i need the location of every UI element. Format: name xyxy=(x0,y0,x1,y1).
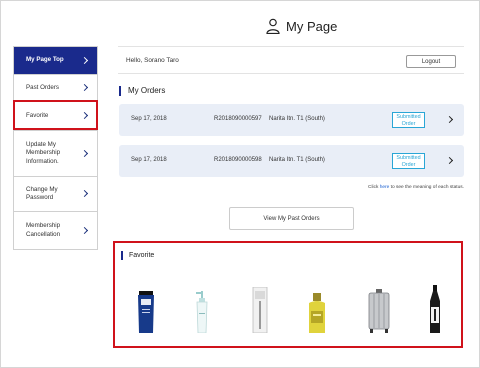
logout-button[interactable]: Logout xyxy=(406,55,456,68)
person-icon xyxy=(266,18,280,34)
greeting-text: Hello, Sorano Taro xyxy=(126,57,179,64)
sidebar-item-membership-cancellation[interactable]: Membership Cancellation xyxy=(14,212,97,249)
sidebar-item-label: Update My Membership Information. xyxy=(26,140,61,165)
sidebar-item-past-orders[interactable]: Past Orders xyxy=(14,75,97,102)
yellow-lotion-bottle[interactable] xyxy=(306,293,328,333)
my-orders-title: My Orders xyxy=(119,86,165,96)
view-past-orders-button[interactable]: View My Past Orders xyxy=(229,207,354,230)
order-location: Narita Itn. T1 (South) xyxy=(269,116,325,122)
chevron-right-icon[interactable] xyxy=(445,156,454,165)
white-pump-bottle[interactable] xyxy=(192,291,212,333)
order-row[interactable]: Sep 17, 2018 R2018090000597 Narita Itn. … xyxy=(119,104,464,136)
sidebar: My Page Top Past Orders Favorite Update … xyxy=(13,46,98,250)
page-title: My Page xyxy=(266,18,337,34)
status-note: Click here to see the meaning of each st… xyxy=(368,185,464,190)
sidebar-item-label: Past Orders xyxy=(26,83,60,91)
favorite-highlight xyxy=(13,100,98,130)
order-number: R2018090000597 xyxy=(214,116,262,122)
chevron-right-icon[interactable] xyxy=(445,115,454,124)
status-note-prefix: Click xyxy=(367,185,380,190)
favorite-section: Favorite xyxy=(113,241,463,348)
order-date: Sep 17, 2018 xyxy=(131,116,167,122)
status-help-link[interactable]: here xyxy=(380,185,390,190)
order-date: Sep 17, 2018 xyxy=(131,157,167,163)
order-location: Narita Itn. T1 (South) xyxy=(269,157,325,163)
sidebar-item-label: Change My Password xyxy=(26,185,58,202)
favorite-products xyxy=(115,273,461,333)
sidebar-item-update-membership[interactable]: Update My Membership Information. xyxy=(14,131,97,177)
sidebar-item-my-page-top[interactable]: My Page Top xyxy=(14,47,97,75)
status-badge: Submitted Order xyxy=(392,153,425,169)
sake-bottle[interactable] xyxy=(428,285,442,333)
sidebar-item-change-password[interactable]: Change My Password xyxy=(14,177,97,212)
status-badge: Submitted Order xyxy=(392,112,425,128)
favorite-title: Favorite xyxy=(121,251,154,260)
chevron-right-icon xyxy=(80,83,89,92)
boxed-product[interactable] xyxy=(252,287,268,333)
order-row[interactable]: Sep 17, 2018 R2018090000598 Narita Itn. … xyxy=(119,145,464,177)
chevron-right-icon xyxy=(80,56,89,64)
chevron-right-icon xyxy=(80,149,89,157)
status-note-suffix: to see the meaning of each status. xyxy=(389,185,464,190)
greeting-row: Hello, Sorano Taro Logout xyxy=(118,46,464,74)
silver-suitcase[interactable] xyxy=(366,289,392,333)
page-title-text: My Page xyxy=(286,18,338,34)
chevron-right-icon xyxy=(80,226,89,234)
order-number: R2018090000598 xyxy=(214,157,262,163)
sidebar-item-label: My Page Top xyxy=(26,56,64,64)
blue-tube-product[interactable] xyxy=(136,291,156,333)
main-content: Hello, Sorano Taro Logout xyxy=(118,46,464,74)
chevron-right-icon xyxy=(80,189,89,198)
sidebar-item-label: Membership Cancellation xyxy=(26,222,61,238)
